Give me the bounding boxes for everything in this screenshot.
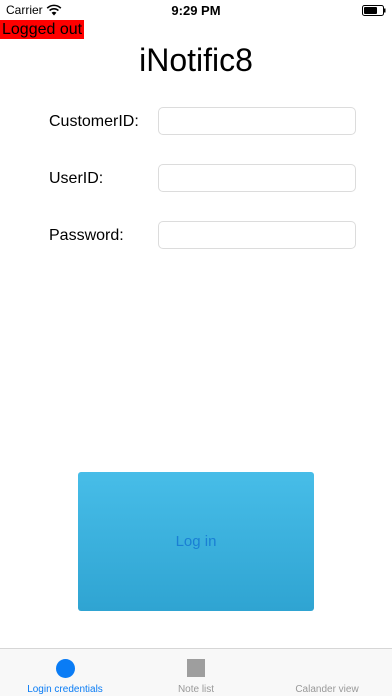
battery-icon <box>362 5 386 16</box>
login-button[interactable]: Log in <box>78 472 314 611</box>
tab-calander-view[interactable]: Calander view <box>262 649 392 696</box>
tab-label: Login credentials <box>27 684 103 695</box>
app-title: iNotific8 <box>139 42 253 78</box>
tab-bar: Login credentials Note list Calander vie… <box>0 648 392 696</box>
password-field[interactable] <box>158 221 356 249</box>
status-bar: Carrier 9:29 PM <box>0 0 392 20</box>
customer-id-label: CustomerID: <box>49 113 139 130</box>
user-id-label: UserID: <box>49 170 104 187</box>
square-icon <box>187 659 205 677</box>
user-id-field[interactable] <box>158 164 356 192</box>
password-label: Password: <box>49 227 124 244</box>
login-status-badge: Logged out <box>0 20 85 39</box>
clock: 9:29 PM <box>171 3 221 18</box>
tab-login-credentials[interactable]: Login credentials <box>0 649 130 696</box>
tab-label: Note list <box>177 684 215 695</box>
tab-note-list[interactable]: Note list <box>131 649 261 696</box>
circle-icon <box>56 659 75 678</box>
customer-id-field[interactable] <box>158 107 356 135</box>
tab-label: Calander view <box>295 684 359 695</box>
